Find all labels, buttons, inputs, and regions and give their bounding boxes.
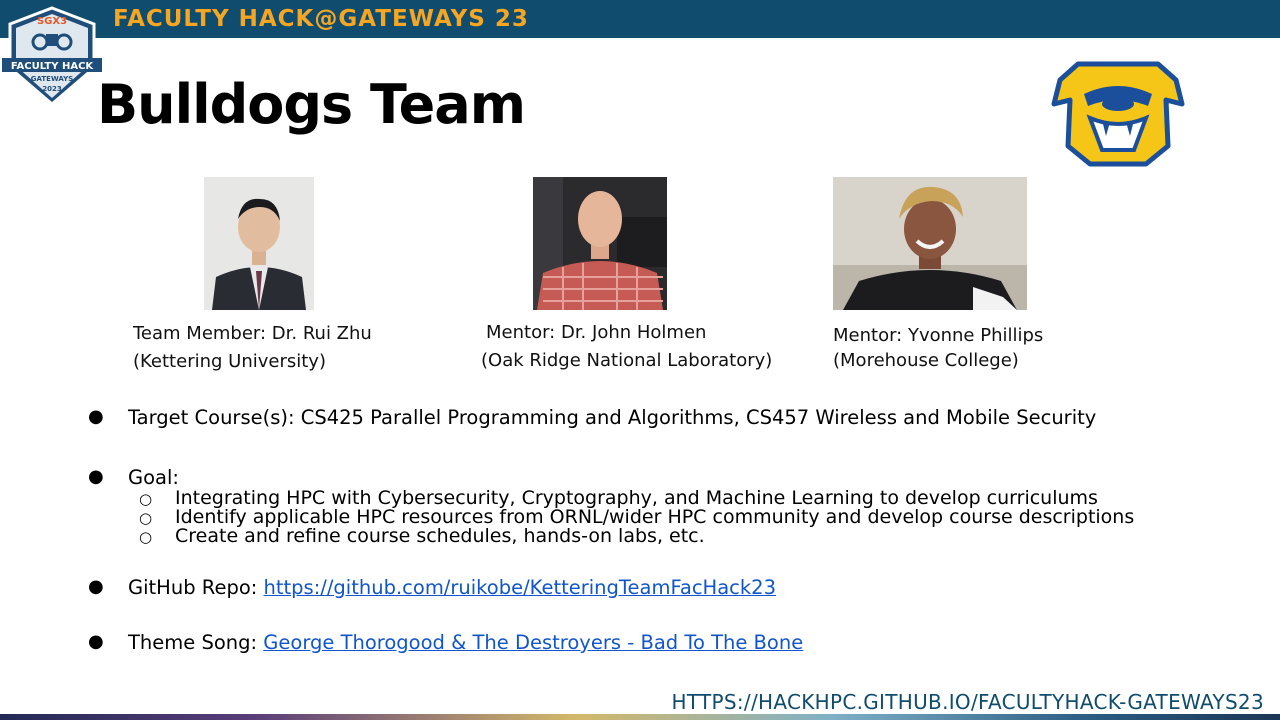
- footer-gradient-bar: [0, 714, 1280, 720]
- photo-yvonne-phillips: [833, 177, 1027, 310]
- bullet-theme-song: ● Theme Song: George Thorogood & The Des…: [88, 631, 803, 654]
- badge-line2-text: GATEWAYS: [31, 75, 73, 83]
- person-affiliation: (Kettering University): [133, 351, 326, 372]
- song-label: Theme Song:: [128, 631, 264, 654]
- github-repo-link[interactable]: https://github.com/ruikobe/KetteringTeam…: [264, 576, 776, 599]
- person-card-john-holmen: Mentor: Dr. John Holmen (Oak Ridge Natio…: [481, 319, 772, 375]
- goal-label: Goal:: [128, 466, 179, 489]
- hollow-circle-icon: ○: [139, 528, 153, 546]
- hollow-circle-icon: ○: [139, 509, 153, 527]
- goal-sublist: ○ Integrating HPC with Cybersecurity, Cry…: [128, 489, 1134, 547]
- bullet-dot-icon: ●: [88, 466, 104, 487]
- bullet-target-course: ● Target Course(s): CS425 Parallel Progr…: [88, 406, 1096, 429]
- person-role: Mentor: Yvonne Phillips: [833, 325, 1044, 346]
- person-affiliation: (Oak Ridge National Laboratory): [481, 350, 773, 371]
- top-banner: FACULTY HACK@GATEWAYS 23: [0, 0, 1280, 38]
- person-role: Team Member: Dr. Rui Zhu: [133, 323, 372, 344]
- repo-label: GitHub Repo:: [128, 576, 264, 599]
- bullet-goal: ● Goal: ○ Integrating HPC with Cybersecur…: [88, 466, 1134, 546]
- photo-john-holmen: [533, 177, 667, 310]
- goal-text: Create and refine course schedules, hand…: [175, 525, 705, 547]
- badge-org-text: SGX3: [37, 16, 67, 27]
- person-role: Mentor: Dr. John Holmen: [486, 322, 707, 343]
- badge-line1-text: FACULTY HACK: [11, 61, 95, 72]
- bullet-dot-icon: ●: [88, 576, 104, 597]
- banner-title: FACULTY HACK@GATEWAYS 23: [113, 6, 529, 32]
- person-card-yvonne-phillips: Mentor: Yvonne Phillips (Morehouse Colle…: [833, 323, 1043, 373]
- person-affiliation: (Morehouse College): [833, 350, 1019, 371]
- hollow-circle-icon: ○: [139, 490, 153, 508]
- bullet-dot-icon: ●: [88, 406, 104, 427]
- goal-item: ○ Create and refine course schedules, han…: [128, 525, 1134, 547]
- bullet-dot-icon: ●: [88, 631, 104, 652]
- bulldog-mascot-icon: [1051, 61, 1185, 167]
- bullet-github-repo: ● GitHub Repo: https://github.com/ruikob…: [88, 576, 776, 599]
- page-title: Bulldogs Team: [97, 73, 526, 136]
- target-course-text: Target Course(s): CS425 Parallel Program…: [128, 406, 1097, 429]
- photo-rui-zhu: [204, 177, 314, 310]
- badge-year-text: 2023: [42, 85, 62, 93]
- theme-song-link[interactable]: George Thorogood & The Destroyers - Bad …: [263, 631, 803, 654]
- person-card-rui-zhu: Team Member: Dr. Rui Zhu (Kettering Univ…: [133, 320, 372, 376]
- footer-url: HTTPS://HACKHPC.GITHUB.IO/FACULTYHACK-GA…: [671, 690, 1264, 714]
- faculty-hack-badge-icon: SGX3 FACULTY HACK GATEWAYS 2023: [2, 6, 102, 106]
